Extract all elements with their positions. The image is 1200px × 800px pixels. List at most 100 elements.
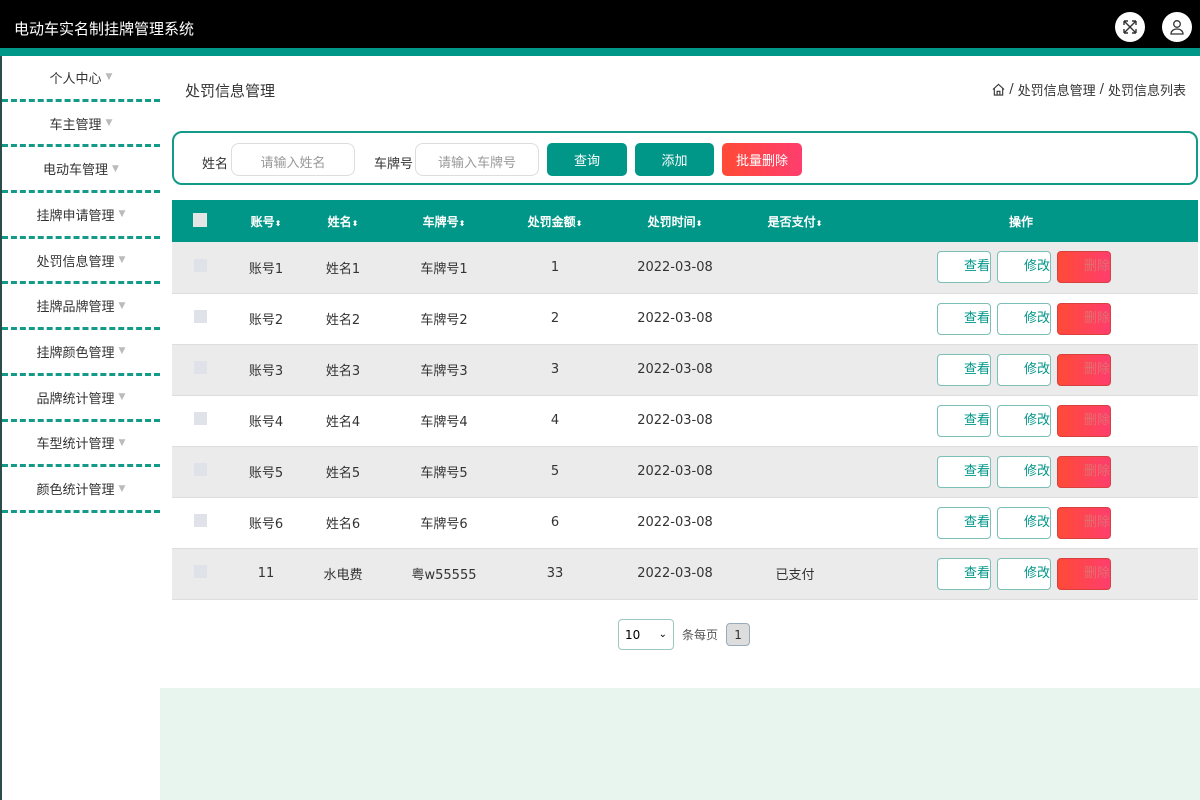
row-checkbox[interactable] [194,361,207,374]
breadcrumb-item[interactable]: 处罚信息管理 [1018,80,1096,99]
sidebar-item[interactable]: 个人中心▼ [2,56,160,102]
sidebar-item[interactable]: 颜色统计管理▼ [2,467,160,513]
edit-button[interactable]: 修改 [997,303,1051,335]
sidebar-item-label: 车主管理 [50,114,102,133]
table-cell: 2022-03-08 [604,395,746,446]
query-button[interactable]: 查询 [547,143,627,176]
sidebar-item[interactable]: 车型统计管理▼ [2,422,160,468]
table-cell: 姓名3 [304,344,382,395]
page-button-1[interactable]: 1 [726,623,750,646]
row-checkbox[interactable] [194,412,207,425]
delete-button[interactable]: 删除 [1057,251,1111,283]
row-checkbox[interactable] [194,259,207,272]
table-cell: 已支付 [746,548,844,599]
delete-button[interactable]: 删除 [1057,354,1111,386]
name-input[interactable]: 请输入姓名 [231,143,355,176]
caret-down-icon: ▼ [119,392,126,402]
add-button[interactable]: 添加 [635,143,714,176]
table-cell [746,497,844,548]
table-cell: 11 [228,548,304,599]
view-button[interactable]: 查看 [937,354,991,386]
table-cell: 车牌号3 [382,344,506,395]
table-cell: 姓名6 [304,497,382,548]
view-button[interactable]: 查看 [937,507,991,539]
view-button[interactable]: 查看 [937,251,991,283]
sidebar-item-label: 挂牌申请管理 [37,205,115,224]
column-header-label: 账号 [251,215,275,229]
table-cell [746,446,844,497]
column-header[interactable]: 处罚时间⬍ [604,200,746,242]
table-cell: 车牌号6 [382,497,506,548]
delete-button[interactable]: 删除 [1057,558,1111,590]
table-cell: 账号5 [228,446,304,497]
row-checkbox[interactable] [194,463,207,476]
column-header-label: 姓名 [328,215,352,229]
sidebar-item[interactable]: 挂牌申请管理▼ [2,193,160,239]
view-button[interactable]: 查看 [937,303,991,335]
view-button[interactable]: 查看 [937,558,991,590]
caret-down-icon: ▼ [112,164,119,174]
edit-button[interactable]: 修改 [997,507,1051,539]
accent-stripe [0,48,1200,56]
row-checkbox[interactable] [194,310,207,323]
edit-button[interactable]: 修改 [997,456,1051,488]
row-checkbox[interactable] [194,514,207,527]
delete-button[interactable]: 删除 [1057,405,1111,437]
sidebar-item[interactable]: 挂牌颜色管理▼ [2,330,160,376]
table-cell: 姓名1 [304,242,382,293]
table-cell: 2022-03-08 [604,446,746,497]
table-cell: 2022-03-08 [604,242,746,293]
edit-button[interactable]: 修改 [997,354,1051,386]
table-cell: 水电费 [304,548,382,599]
table-cell: 5 [506,446,604,497]
table-row: 账号6姓名6车牌号662022-03-08查看修改删除 [172,497,1198,548]
search-panel: 姓名 请输入姓名 车牌号 请输入车牌号 查询 添加 批量删除 [172,131,1198,185]
footer-area [160,688,1200,800]
row-checkbox[interactable] [194,565,207,578]
app-title: 电动车实名制挂牌管理系统 [14,18,194,39]
sidebar-item[interactable]: 处罚信息管理▼ [2,239,160,285]
view-button[interactable]: 查看 [937,456,991,488]
fullscreen-button[interactable] [1115,12,1145,42]
column-header[interactable]: 是否支付⬍ [746,200,844,242]
plate-label: 车牌号 [374,153,413,172]
page-size-select[interactable]: 10⌄ [618,619,674,650]
view-button[interactable]: 查看 [937,405,991,437]
column-header[interactable]: 处罚金额⬍ [506,200,604,242]
sort-icon: ⬍ [352,219,359,228]
sidebar-item-label: 个人中心 [50,68,102,87]
sort-icon: ⬍ [275,219,282,228]
table-cell: 4 [506,395,604,446]
table-cell: 车牌号1 [382,242,506,293]
delete-button[interactable]: 删除 [1057,456,1111,488]
column-header[interactable]: 车牌号⬍ [382,200,506,242]
edit-button[interactable]: 修改 [997,251,1051,283]
edit-button[interactable]: 修改 [997,558,1051,590]
per-page-label: 条每页 [682,626,718,643]
breadcrumb-current: 处罚信息列表 [1108,80,1186,99]
column-header-label: 车牌号 [423,215,459,229]
delete-button[interactable]: 删除 [1057,507,1111,539]
home-icon[interactable] [992,83,1005,96]
table-cell: 1 [506,242,604,293]
table-row: 账号2姓名2车牌号222022-03-08查看修改删除 [172,293,1198,344]
delete-button[interactable]: 删除 [1057,303,1111,335]
fullscreen-icon [1122,19,1138,35]
sidebar-item[interactable]: 电动车管理▼ [2,147,160,193]
user-button[interactable] [1162,12,1192,42]
table-row: 账号3姓名3车牌号332022-03-08查看修改删除 [172,344,1198,395]
table-row: 账号4姓名4车牌号442022-03-08查看修改删除 [172,395,1198,446]
table-cell [746,344,844,395]
sidebar-item[interactable]: 挂牌品牌管理▼ [2,284,160,330]
edit-button[interactable]: 修改 [997,405,1051,437]
column-header[interactable]: 账号⬍ [228,200,304,242]
plate-input[interactable]: 请输入车牌号 [415,143,539,176]
select-all-checkbox[interactable] [193,213,207,227]
sidebar-item[interactable]: 品牌统计管理▼ [2,376,160,422]
sidebar-item[interactable]: 车主管理▼ [2,102,160,148]
column-header[interactable]: 姓名⬍ [304,200,382,242]
table-cell: 车牌号2 [382,293,506,344]
table-row: 11水电费粤w55555332022-03-08已支付查看修改删除 [172,548,1198,599]
table-row: 账号5姓名5车牌号552022-03-08查看修改删除 [172,446,1198,497]
batch-delete-button[interactable]: 批量删除 [722,143,802,176]
